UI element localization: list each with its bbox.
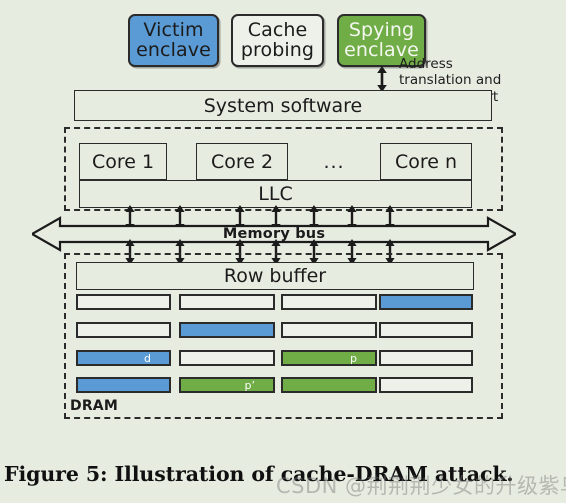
row-buffer-box: Row buffer	[76, 262, 474, 290]
cache-probing-line2: probing	[240, 38, 315, 61]
victim-enclave-box: Victim enclave	[128, 14, 219, 67]
dram-cell	[179, 294, 275, 310]
dram-cell	[379, 322, 473, 338]
dram-cell-label: p’	[244, 378, 255, 392]
spying-enclave-line1: Spying	[348, 18, 415, 41]
address-note-line2: translation and	[399, 72, 502, 89]
dram-cell	[179, 322, 275, 338]
core-1-box: Core 1	[79, 143, 167, 180]
dram-cell-label: d	[144, 351, 151, 365]
core-2-box: Core 2	[196, 143, 288, 180]
core-n-label: Core n	[394, 150, 458, 173]
victim-enclave-line1: Victim	[143, 18, 204, 41]
core-ellipsis-label: ...	[323, 150, 345, 173]
dram-cell	[76, 294, 171, 310]
dram-cell	[76, 322, 171, 338]
address-note-line1: Address	[399, 56, 453, 72]
row-buffer-label: Row buffer	[223, 265, 327, 287]
dram-cell	[281, 322, 377, 338]
victim-enclave-line2: enclave	[136, 38, 211, 61]
csdn-watermark: CSDN @荆荆荆少女的升级紫鸟	[276, 474, 566, 498]
core-1-label: Core 1	[91, 150, 155, 173]
figure-illustration: Victim enclave Cache probing Spying encl…	[0, 0, 566, 503]
llc-label: LLC	[258, 183, 293, 205]
dram-cell: d	[76, 350, 171, 366]
llc-box: LLC	[79, 180, 472, 208]
dram-cell-label: p	[350, 351, 357, 365]
system-software-label: System software	[203, 94, 363, 117]
core-n-box: Core n	[380, 143, 472, 180]
spying-to-system-double-arrow-icon	[377, 66, 387, 92]
dram-cell	[76, 377, 171, 393]
core-2-label: Core 2	[210, 150, 274, 173]
dram-cell	[379, 294, 473, 310]
dram-cell	[379, 350, 473, 366]
dram-cell	[379, 377, 473, 393]
dram-cell: p	[281, 350, 377, 366]
dram-cell	[281, 294, 377, 310]
core-ellipsis: ...	[288, 143, 380, 180]
cache-probing-line1: Cache	[247, 18, 308, 41]
dram-cell	[179, 350, 275, 366]
cache-probing-box: Cache probing	[231, 14, 324, 67]
dram-group-label: DRAM	[70, 398, 118, 414]
dram-cell	[281, 377, 377, 393]
system-software-box: System software	[74, 90, 492, 121]
dram-cell: p’	[179, 377, 275, 393]
